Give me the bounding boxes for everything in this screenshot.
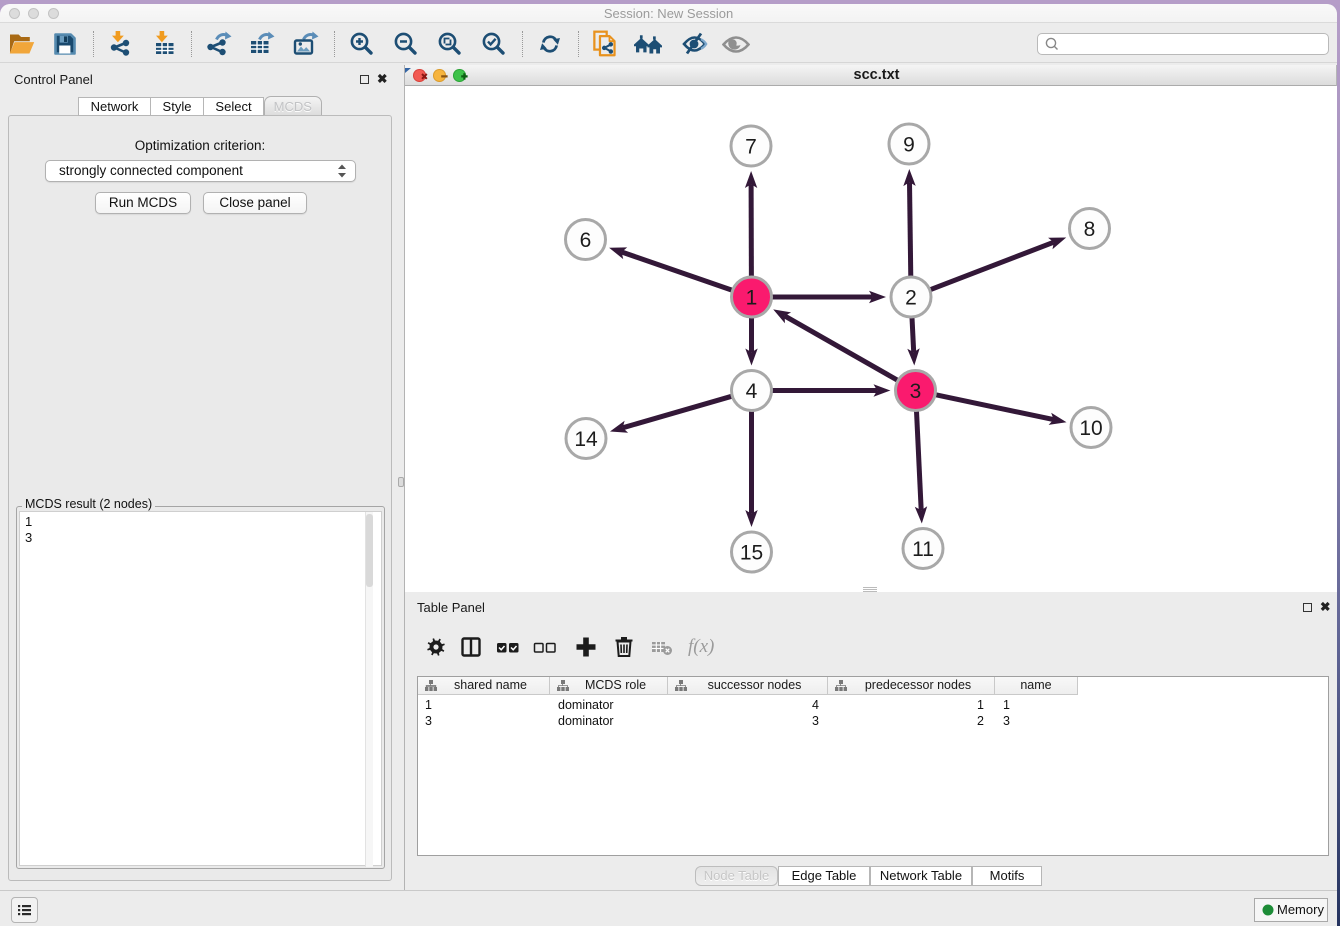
svg-text:9: 9 bbox=[903, 134, 915, 157]
svg-text:3: 3 bbox=[910, 380, 922, 403]
svg-text:8: 8 bbox=[1084, 218, 1096, 241]
svg-text:11: 11 bbox=[912, 538, 934, 561]
svg-text:7: 7 bbox=[745, 136, 757, 159]
svg-text:6: 6 bbox=[580, 229, 592, 252]
svg-text:15: 15 bbox=[740, 542, 763, 565]
svg-text:4: 4 bbox=[746, 380, 758, 403]
svg-text:14: 14 bbox=[574, 428, 598, 451]
svg-text:10: 10 bbox=[1079, 417, 1102, 440]
svg-text:1: 1 bbox=[746, 287, 758, 310]
svg-text:2: 2 bbox=[905, 287, 917, 310]
